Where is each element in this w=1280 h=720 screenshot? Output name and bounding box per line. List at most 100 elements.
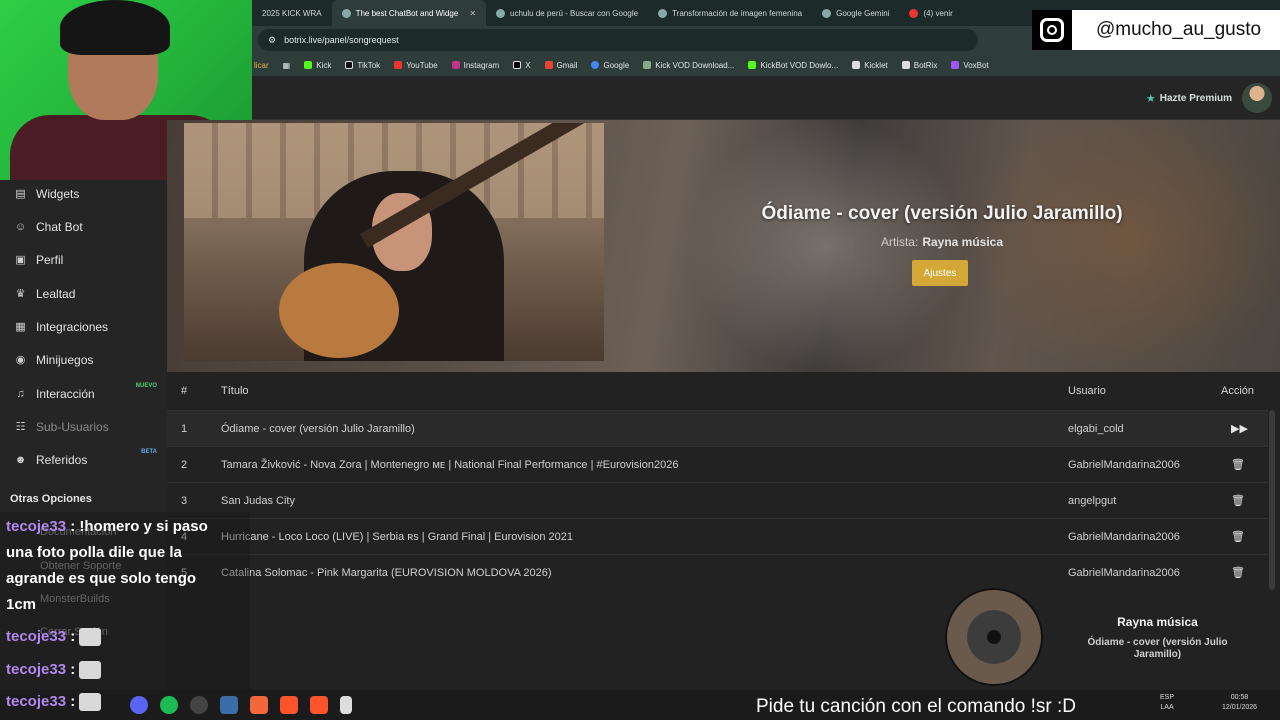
tab-label: Google Gemini [836,8,890,18]
trophy-icon: ♛ [15,288,26,300]
bookmark-label: Google [603,60,630,70]
app-icon[interactable] [220,696,238,714]
bookmark-label: Kicklet [864,60,888,70]
gamepad-icon: ◉ [15,354,26,366]
row-num: 3 [181,494,188,507]
now-playing-artist: Rayna música [1117,615,1198,629]
bookmark-youtube[interactable]: YouTube [394,60,438,70]
star-icon: ★ [1145,93,1156,105]
referrals-icon: ☻ [14,453,27,466]
bookmark-label: BotRix [913,60,938,70]
close-tab-icon[interactable]: ✕ [469,9,476,18]
artist-label: Artista: [880,235,919,249]
song-player: Ódiame - cover (versión Julio Jaramillo)… [167,120,1280,372]
trash-icon[interactable]: 🗑 [1231,494,1245,507]
brave-browser-icon[interactable] [280,696,298,714]
bookmark-label: YouTube [406,60,438,70]
browser-tab-active[interactable]: The best ChatBot and Widge ✕ [331,0,487,26]
sidebar-item-label: Interacción [36,386,95,401]
instagram-icon [1032,10,1072,50]
chat-username: tecoje33 [6,518,67,535]
user-avatar[interactable] [1242,83,1272,113]
header-user: Usuario [1068,385,1106,397]
sidebar-item-minijuegos[interactable]: ◉ Minijuegos [0,343,167,376]
row-title: Ódiame - cover (versión Julio Jaramillo) [221,422,415,435]
browser-tab[interactable]: uchulu de perú - Buscar con Google [486,0,648,26]
bookmark-google[interactable]: Google [591,61,629,70]
obs-icon[interactable] [190,696,208,714]
chat-text: : !homero y si paso [70,518,208,535]
sidebar-item-integraciones[interactable]: ▦ Integraciones [0,310,167,343]
chat-username: tecoje33 [6,661,67,678]
bookmark-kicklet[interactable]: Kicklet [852,61,888,70]
bookmark-label: Gmail [556,60,578,70]
current-song-artist: Artista: Rayna música [657,235,1227,249]
browser-tab[interactable]: Transformación de imagen femenina [648,0,812,26]
sidebar-item-lealtad[interactable]: ♛ Lealtad [0,277,167,310]
sidebar-item-sub-usuarios[interactable]: ☷ Sub-Usuarios [0,410,167,443]
skip-icon[interactable]: ▶▶ [1231,422,1248,435]
now-playing-disc [945,588,1043,686]
row-user: GabrielMandarina2006 [1068,530,1180,543]
discord-icon[interactable] [130,696,148,714]
brave-browser-icon[interactable] [250,696,268,714]
browser-tab[interactable]: Google Gemini [812,0,899,26]
bookmark[interactable]: licar [254,61,269,70]
kick-icon [748,61,757,69]
header-num: # [181,385,188,397]
chat-text: : [70,693,76,710]
browser-tab[interactable]: (4) venir [899,0,962,26]
sidebar-item-widgets[interactable]: ▤ Widgets [0,177,167,210]
url-field[interactable]: ⚙ botrix.live/panel/songrequest [258,29,978,51]
system-clock[interactable]: 00:58 12/01/2026 [1222,693,1257,713]
instagram-icon [451,61,460,69]
trash-icon[interactable]: 🗑 [1231,458,1245,471]
bookmark-label: X [525,60,531,70]
bookmark-voxbot[interactable]: VoxBot [951,60,989,70]
bookmark-instagram[interactable]: Instagram [451,61,499,70]
bookmark-botrix[interactable]: BotRix [901,60,938,70]
sidebar-item-label: Sub-Usuarios [36,419,109,434]
tiktok-icon [345,61,354,69]
browser-tab[interactable]: 2025 KICK WRA [252,0,332,26]
google-icon [496,8,506,18]
row-user: angelpgut [1068,494,1117,507]
bookmark-x[interactable]: X [513,60,531,70]
settings-button[interactable]: Ajustes [912,260,968,286]
bookmark-kickbot-vod[interactable]: KickBot VOD Dowlo... [748,61,838,70]
video-player[interactable] [184,123,604,361]
trash-icon[interactable]: 🗑 [1231,530,1245,543]
sidebar-item-interaccion[interactable]: ♫ Interacción NUEVO [0,377,167,410]
bookmark-kick-vod[interactable]: Kick VOD Download... [643,61,734,70]
trash-icon[interactable]: 🗑 [1231,566,1245,579]
spotify-icon[interactable] [160,696,178,714]
bookmark-label: Kick VOD Download... [655,60,735,70]
bookmark-label: VoxBot [963,60,989,70]
video-guitar-body [279,263,399,358]
bookmark-label: KickBot VOD Dowlo... [760,60,839,70]
apps-icon[interactable]: ▦ [283,61,291,70]
brave-browser-icon[interactable] [310,696,328,714]
row-user: GabrielMandarina2006 [1068,458,1180,471]
site-info-icon[interactable]: ⚙ [268,35,276,46]
sidebar-item-chat-bot[interactable]: ☺ Chat Bot [0,210,167,243]
bookmark-tiktok[interactable]: TikTok [345,61,380,70]
language-indicator[interactable]: ESP LAA [1160,693,1174,713]
premium-button[interactable]: ★ Hazte Premium [1146,92,1232,105]
app-header: ★ Hazte Premium [252,76,1280,120]
sidebar-item-perfil[interactable]: ▣ Perfil [0,243,167,276]
sidebar-item-referidos[interactable]: ☻ Referidos BETA [0,443,167,476]
song-request-ticker: Pide tu canción con el comando !sr :D [756,696,1077,717]
bookmark-gmail[interactable]: Gmail [544,60,578,70]
chat-username: tecoje33 [6,628,67,645]
bookmark-kick[interactable]: Kick [304,61,331,70]
beta-badge: BETA [141,449,157,455]
row-title: Catalina Solomac - Pink Margarita (EUROV… [221,566,552,579]
table-scrollbar[interactable] [1269,410,1275,590]
sidebar-item-label: Widgets [36,186,80,201]
google-icon [591,61,600,69]
file-icon[interactable] [340,696,352,714]
bookmark-label: Kick [316,60,332,70]
robot-icon: ☺ [14,220,27,233]
youtube-icon [909,8,919,18]
